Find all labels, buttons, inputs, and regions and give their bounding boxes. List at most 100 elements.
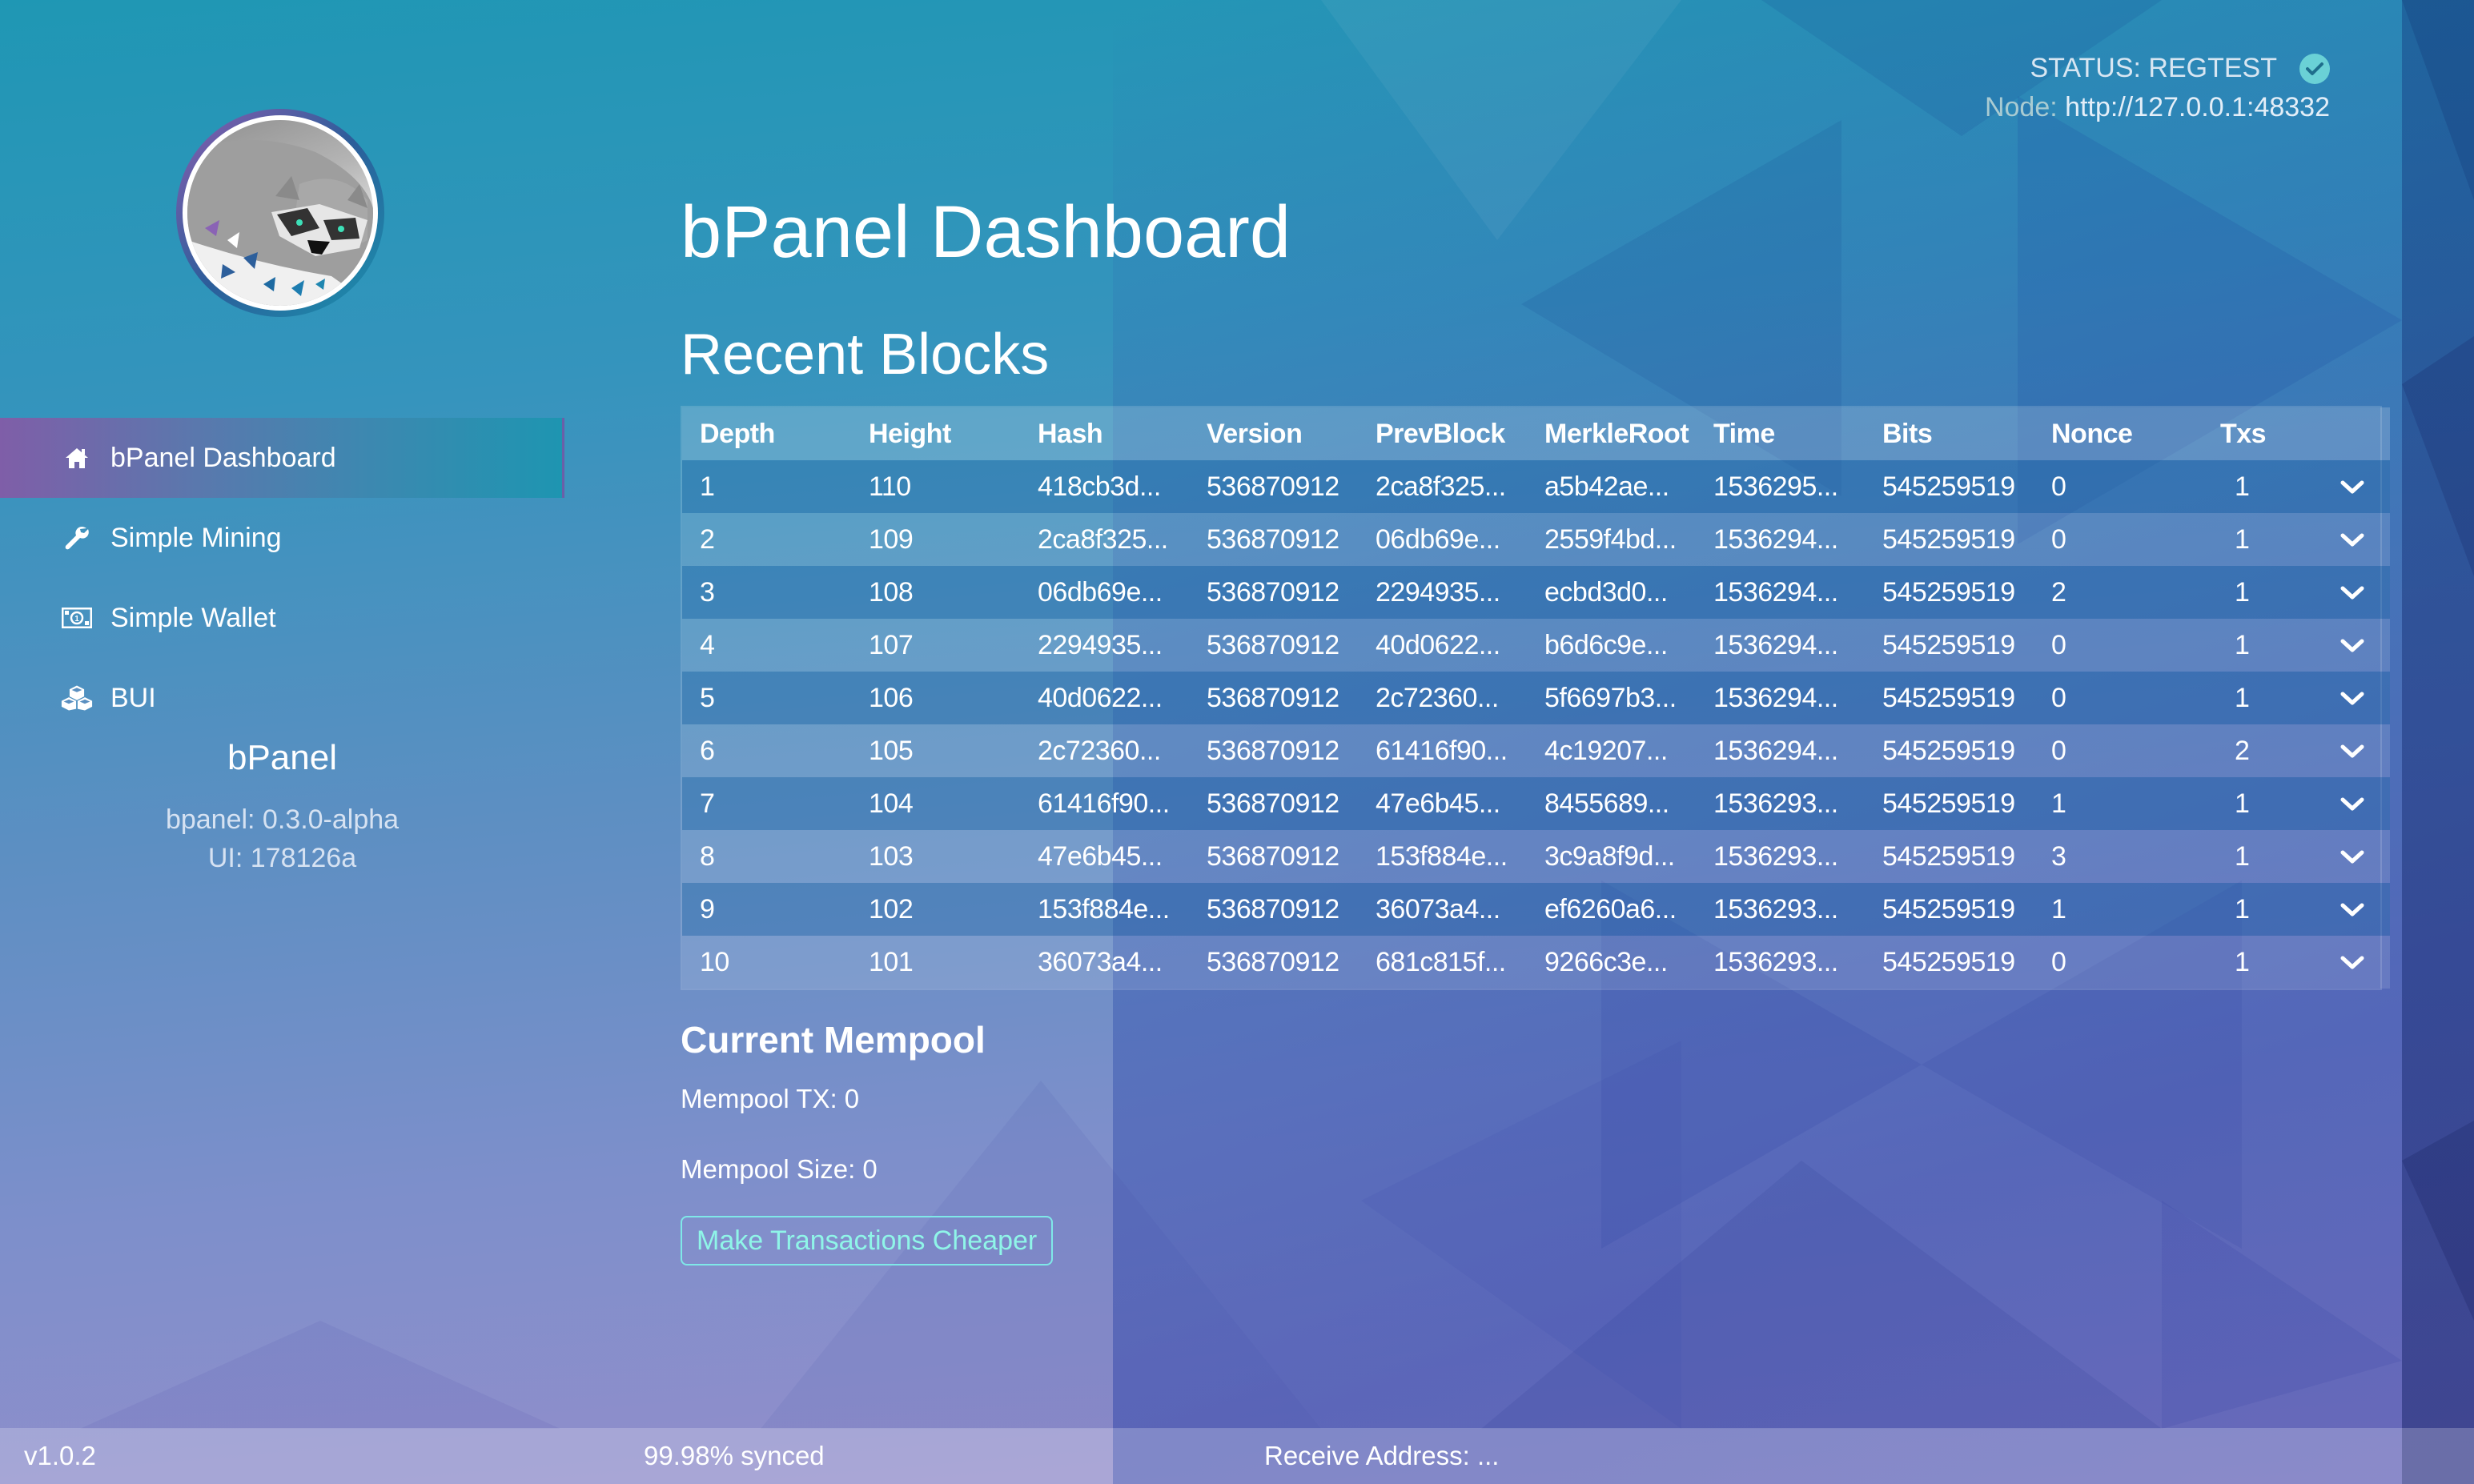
cell-merkleroot: ecbd3d0... [1527,566,1696,619]
table-row[interactable]: 6 105 2c72360... 536870912 61416f90... 4c1920… [682,724,2390,777]
expand-row-button[interactable] [2315,619,2390,672]
cell-prevblock: 153f884e... [1358,830,1527,883]
expand-row-button[interactable] [2315,460,2390,513]
cell-bits: 545259519 [1865,460,2034,513]
cell-hash: 2ca8f325... [1020,513,1189,566]
cell-time: 1536293... [1696,883,1865,936]
cell-hash: 2294935... [1020,619,1189,672]
cell-depth: 6 [682,724,851,777]
network-status-label: STATUS: REGTEST [2030,53,2277,83]
table-row[interactable]: 1 110 418cb3d... 536870912 2ca8f325... a5b42a… [682,460,2390,513]
chevron-down-icon [2340,586,2364,599]
svg-text:1: 1 [74,615,79,624]
sync-progress: 99.98% synced [644,1441,825,1470]
sidebar-item-simple-wallet[interactable]: 1 Simple Wallet [0,578,564,658]
home-icon [61,447,93,469]
cell-version: 536870912 [1189,724,1358,777]
cell-version: 536870912 [1189,619,1358,672]
chevron-down-icon [2340,956,2364,969]
cell-nonce: 0 [2034,724,2203,777]
cubes-icon [61,684,93,712]
cell-nonce: 0 [2034,619,2203,672]
table-row[interactable]: 4 107 2294935... 536870912 40d0622... b6d6c9e… [682,619,2390,672]
cell-time: 1536294... [1696,724,1865,777]
cell-prevblock: 2c72360... [1358,672,1527,724]
cell-nonce: 0 [2034,936,2203,989]
column-header-hash[interactable]: Hash [1020,407,1189,460]
expand-row-button[interactable] [2315,830,2390,883]
cell-prevblock: 2294935... [1358,566,1527,619]
cell-merkleroot: 2559f4bd... [1527,513,1696,566]
cell-prevblock: 61416f90... [1358,724,1527,777]
column-header-merkleroot[interactable]: MerkleRoot [1527,407,1696,460]
cell-bits: 545259519 [1865,724,2034,777]
column-header-txs[interactable]: Txs [2203,407,2315,460]
cell-version: 536870912 [1189,460,1358,513]
column-header-depth[interactable]: Depth [682,407,851,460]
cell-height: 110 [851,460,1020,513]
cell-time: 1536293... [1696,936,1865,989]
table-row[interactable]: 7 104 61416f90... 536870912 47e6b45... 845568… [682,777,2390,830]
cell-txs: 1 [2203,619,2315,672]
mempool-size: Mempool Size: 0 [681,1154,878,1184]
cell-txs: 1 [2203,460,2315,513]
cell-height: 109 [851,513,1020,566]
brand-name: bPanel [227,738,337,777]
cell-txs: 1 [2203,777,2315,830]
sidebar-item-bui[interactable]: BUI [0,658,564,738]
table-row[interactable]: 10 101 36073a4... 536870912 681c815f... 9266c… [682,936,2390,989]
table-header-row: Depth Height Hash Version PrevBlock Merk… [682,407,2390,460]
cell-prevblock: 2ca8f325... [1358,460,1527,513]
cell-version: 536870912 [1189,936,1358,989]
cell-merkleroot: b6d6c9e... [1527,619,1696,672]
blocks-table-body: 1 110 418cb3d... 536870912 2ca8f325... a5b42a… [682,460,2390,989]
table-row[interactable]: 2 109 2ca8f325... 536870912 06db69e... 2559f4… [682,513,2390,566]
receive-address[interactable]: Receive Address: ... [1264,1441,1499,1471]
table-row[interactable]: 3 108 06db69e... 536870912 2294935... ecbd3d0… [682,566,2390,619]
cell-merkleroot: ef6260a6... [1527,883,1696,936]
expand-row-button[interactable] [2315,777,2390,830]
column-header-time[interactable]: Time [1696,407,1865,460]
chevron-down-icon [2340,639,2364,652]
cell-prevblock: 06db69e... [1358,513,1527,566]
expand-row-button[interactable] [2315,566,2390,619]
cell-merkleroot: a5b42ae... [1527,460,1696,513]
node-status: STATUS: REGTEST Node: http://127.0.0.1:4… [1985,53,2330,123]
sidebar: bPanel Dashboard Simple Mining 1 Simple … [0,0,564,1429]
mempool-tx-count: Mempool TX: 0 [681,1084,860,1113]
cell-prevblock: 36073a4... [1358,883,1527,936]
table-row[interactable]: 9 102 153f884e... 536870912 36073a4... ef6260… [682,883,2390,936]
column-header-bits[interactable]: Bits [1865,407,2034,460]
cell-hash: 2c72360... [1020,724,1189,777]
cell-prevblock: 40d0622... [1358,619,1527,672]
chevron-down-icon [2340,744,2364,757]
background-right-strip [2402,0,2474,1484]
recent-blocks-table: Depth Height Hash Version PrevBlock Merk… [681,406,2390,990]
sidebar-item-bpanel-dashboard[interactable]: bPanel Dashboard [0,418,564,498]
cell-merkleroot: 8455689... [1527,777,1696,830]
cell-prevblock: 681c815f... [1358,936,1527,989]
column-header-height[interactable]: Height [851,407,1020,460]
cell-depth: 8 [682,830,851,883]
cell-nonce: 3 [2034,830,2203,883]
expand-row-button[interactable] [2315,724,2390,777]
cell-bits: 545259519 [1865,830,2034,883]
table-row[interactable]: 8 103 47e6b45... 536870912 153f884e... 3c9a8f… [682,830,2390,883]
cell-depth: 9 [682,883,851,936]
table-row[interactable]: 5 106 40d0622... 536870912 2c72360... 5f6697b… [682,672,2390,724]
cell-depth: 10 [682,936,851,989]
cell-time: 1536295... [1696,460,1865,513]
cell-time: 1536294... [1696,672,1865,724]
cell-nonce: 0 [2034,513,2203,566]
expand-row-button[interactable] [2315,672,2390,724]
sidebar-item-simple-mining[interactable]: Simple Mining [0,498,564,578]
column-header-prevblock[interactable]: PrevBlock [1358,407,1527,460]
expand-row-button[interactable] [2315,883,2390,936]
make-transactions-cheaper-button[interactable]: Make Transactions Cheaper [681,1216,1054,1265]
cell-hash: 36073a4... [1020,936,1189,989]
expand-row-button[interactable] [2315,936,2390,989]
raccoon-logo[interactable] [176,109,384,317]
expand-row-button[interactable] [2315,513,2390,566]
column-header-version[interactable]: Version [1189,407,1358,460]
column-header-nonce[interactable]: Nonce [2034,407,2203,460]
